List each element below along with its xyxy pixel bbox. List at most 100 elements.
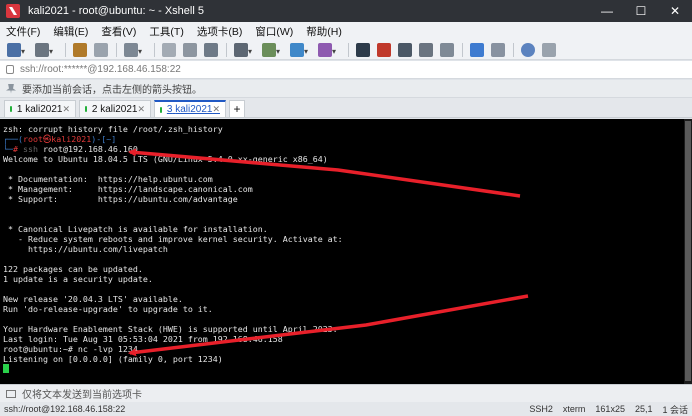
- terminal-line: zsh: corrupt history file /root/.zsh_his…: [3, 124, 223, 134]
- menu-bar: 文件(F) 编辑(E) 查看(V) 工具(T) 选项卡(B) 窗口(W) 帮助(…: [0, 22, 692, 40]
- properties-icon[interactable]: [124, 42, 138, 57]
- address-bar[interactable]: ssh://root:******@192.168.46.158:22: [0, 61, 692, 79]
- menu-view[interactable]: 查看(V): [101, 24, 136, 39]
- prompt-line-1: ┌──(root㉿kali2021)-[~]: [3, 134, 117, 144]
- terminal-line: New release '20.04.3 LTS' available.: [3, 294, 183, 304]
- link-icon[interactable]: [73, 42, 87, 57]
- info-text: 要添加当前会话，点击左侧的箭头按钮。: [22, 85, 202, 96]
- close-tab-icon[interactable]: ✕: [212, 104, 220, 115]
- print-icon[interactable]: [234, 42, 248, 57]
- terminal-line: https://ubuntu.com/livepatch: [3, 244, 168, 254]
- terminal-cursor: [3, 364, 9, 373]
- terminal-line: Listening on [0.0.0.0] (family 0, port 1…: [3, 354, 223, 364]
- toolbar: [0, 40, 692, 60]
- terminal-line: Welcome to Ubuntu 18.04.5 LTS (GNU/Linux…: [3, 154, 328, 164]
- window-controls: — ☐ ✕: [590, 0, 692, 22]
- terminal-line: 1 update is a security update.: [3, 274, 153, 284]
- copy-icon[interactable]: [162, 42, 176, 57]
- maximize-icon[interactable]: ☐: [624, 0, 658, 22]
- terminal-line: * Support: https://ubuntu.com/advantage: [3, 194, 238, 204]
- find-icon[interactable]: [204, 42, 218, 57]
- lock-icon: [6, 65, 14, 74]
- terminal-line: Run 'do-release-upgrade' to upgrade to i…: [3, 304, 213, 314]
- scrollbar-thumb[interactable]: [685, 121, 691, 381]
- window-title: kali2021 - root@ubuntu: ~ - Xshell 5: [28, 5, 204, 17]
- tab-2[interactable]: 2 kali2021 ✕: [79, 100, 151, 117]
- send-text-icon: [6, 389, 16, 398]
- status-dot-icon: [160, 106, 162, 113]
- lock-icon[interactable]: [419, 42, 433, 57]
- send-bar-text: 仅将文本发送到当前选项卡: [22, 390, 142, 401]
- terminal-line: * Management: https://landscape.canonica…: [3, 184, 253, 194]
- terminal-line: * Canonical Livepatch is available for i…: [3, 224, 268, 234]
- status-position: 25,1: [634, 404, 653, 414]
- tab-number: 1: [16, 103, 23, 115]
- cursor-line: [3, 364, 684, 374]
- terminal-line: root@ubuntu:~# nc -lvp 1234: [3, 344, 138, 354]
- tab-label: kali2021: [25, 103, 63, 115]
- menu-window[interactable]: 窗口(W): [255, 24, 293, 39]
- status-dot-icon: [85, 106, 87, 112]
- menu-help[interactable]: 帮助(H): [306, 24, 342, 39]
- close-tab-icon[interactable]: ✕: [62, 104, 70, 115]
- terminal-line: Last login: Tue Aug 31 05:53:04 2021 fro…: [3, 334, 283, 344]
- menu-tabs[interactable]: 选项卡(B): [197, 24, 243, 39]
- status-term: xterm: [562, 404, 586, 414]
- tab-number: 2: [91, 103, 98, 115]
- title-bar: kali2021 - root@ubuntu: ~ - Xshell 5 — ☐…: [0, 0, 692, 22]
- menu-file[interactable]: 文件(F): [6, 24, 40, 39]
- status-dot-icon: [10, 106, 12, 112]
- font-icon[interactable]: [318, 42, 332, 57]
- terminal[interactable]: zsh: corrupt history file /root/.zsh_his…: [0, 119, 684, 384]
- status-size: 161x25: [595, 404, 625, 414]
- xftp-icon[interactable]: [356, 42, 370, 57]
- script-icon[interactable]: [440, 42, 454, 57]
- session-info-bar: 要添加当前会话，点击左侧的箭头按钮。: [0, 80, 692, 98]
- new-session-icon[interactable]: [7, 42, 21, 57]
- menu-edit[interactable]: 编辑(E): [53, 24, 88, 39]
- add-tab-icon[interactable]: [470, 42, 484, 57]
- pin-icon[interactable]: [6, 83, 16, 94]
- close-tab-icon[interactable]: ✕: [137, 104, 145, 115]
- terminal-line: * Documentation: https://help.ubuntu.com: [3, 174, 213, 184]
- layout-icon[interactable]: [491, 42, 505, 57]
- tab-bar: 1 kali2021 ✕ 2 kali2021 ✕ 3 kali2021 ✕ +: [0, 98, 692, 118]
- status-bar: ssh://root@192.168.46.158:22 SSH2 xterm …: [0, 402, 692, 416]
- transfer-icon[interactable]: [262, 42, 276, 57]
- status-protocol: SSH2: [529, 404, 553, 414]
- globe-icon[interactable]: [290, 42, 304, 57]
- close-icon[interactable]: ✕: [658, 0, 692, 22]
- status-right: SSH2 xterm 161x25 25,1 1 会话: [519, 403, 692, 416]
- send-bar[interactable]: 仅将文本发送到当前选项卡: [0, 384, 692, 402]
- tab-label: kali2021: [100, 103, 138, 115]
- terminal-line: Your Hardware Enablement Stack (HWE) is …: [3, 324, 338, 334]
- chat-icon[interactable]: [542, 42, 556, 57]
- tab-3[interactable]: 3 kali2021 ✕: [154, 100, 226, 117]
- disconnect-icon[interactable]: [94, 42, 108, 57]
- xmanager-icon[interactable]: [377, 42, 391, 57]
- tab-number: 3: [166, 104, 173, 115]
- terminal-line: - Reduce system reboots and improve kern…: [3, 234, 343, 244]
- status-sessions: 1 会话: [662, 404, 688, 415]
- tab-label: kali2021: [175, 104, 213, 115]
- open-folder-icon[interactable]: [35, 42, 49, 57]
- prompt-line-2: └─# ssh root@192.168.46.160: [3, 144, 138, 154]
- xshell-icon: [6, 4, 20, 18]
- keyboard-icon[interactable]: [398, 42, 412, 57]
- new-tab-button[interactable]: +: [229, 100, 245, 117]
- status-connection: ssh://root@192.168.46.158:22: [4, 404, 126, 414]
- menu-tools[interactable]: 工具(T): [149, 24, 183, 39]
- address-text: ssh://root:******@192.168.46.158:22: [20, 64, 181, 75]
- tab-1[interactable]: 1 kali2021 ✕: [4, 100, 76, 117]
- terminal-scrollbar[interactable]: [684, 119, 692, 384]
- minimize-icon[interactable]: —: [590, 0, 624, 22]
- help-icon[interactable]: [521, 42, 535, 57]
- terminal-line: 122 packages can be updated.: [3, 264, 143, 274]
- paste-icon[interactable]: [183, 42, 197, 57]
